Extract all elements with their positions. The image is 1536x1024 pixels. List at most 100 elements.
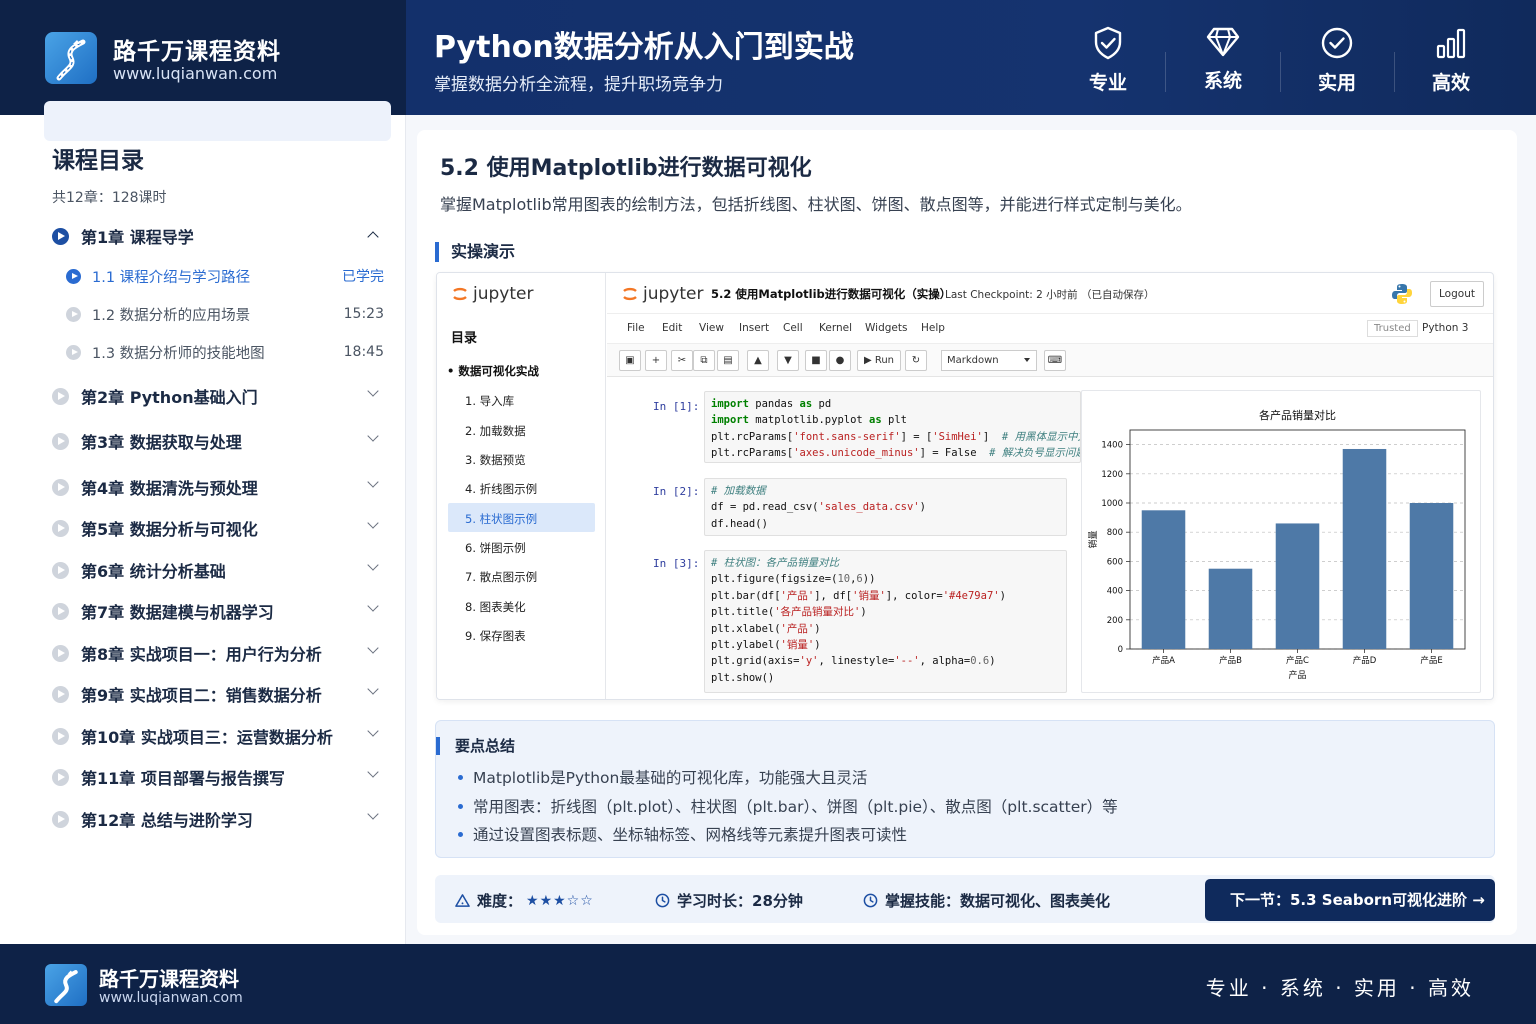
lesson-duration: 18:45 <box>343 344 384 360</box>
duration: 学习时长：28分钟 <box>655 890 803 911</box>
command-palette-button[interactable]: ⌨ <box>1044 350 1066 371</box>
lesson-1-1[interactable]: 1.1 课程介绍与学习路径 已学完 <box>66 263 384 289</box>
feature-practical: 实用 <box>1297 26 1377 95</box>
chapter-2[interactable]: 第2章 Python基础入门 <box>52 381 387 411</box>
move-up-button[interactable]: ▲ <box>747 350 769 371</box>
chart-title: 各产品销量对比 <box>1259 408 1336 422</box>
chapter-label: 第4章 数据清洗与预处理 <box>81 479 258 498</box>
restart-button[interactable]: ↻ <box>905 350 927 371</box>
toc-item[interactable]: 9. 保存图表 <box>465 628 526 644</box>
jupyter-window: jupyter 目录 • 数据可视化实战 1. 导入库 2. 加载数据 3. 数… <box>436 272 1494 700</box>
footer-slogan: 专业 · 系统 · 实用 · 高效 <box>1205 976 1474 1000</box>
toc-root-label: 数据可视化实战 <box>458 364 539 378</box>
code-cell-3[interactable]: # 柱状图：各产品销量对比 plt.figure(figsize=(10,6))… <box>704 550 1067 693</box>
toc-item-active[interactable]: 5. 柱状图示例 <box>465 511 537 527</box>
feature-systematic: 系统 <box>1183 26 1263 93</box>
interrupt-button[interactable]: ● <box>829 350 851 371</box>
feature-label: 专业 <box>1088 72 1127 94</box>
lesson-1-3[interactable]: 1.3 数据分析师的技能地图 18:45 <box>66 339 384 365</box>
y-tick-label: 1000 <box>1101 499 1123 509</box>
toc-item[interactable]: 8. 图表美化 <box>465 599 526 615</box>
x-tick-label: 产品B <box>1219 655 1242 666</box>
menu-kernel[interactable]: Kernel <box>819 322 852 334</box>
code-cell-2[interactable]: # 加载数据 df = pd.read_csv('sales_data.csv'… <box>704 478 1067 536</box>
toc-item[interactable]: 6. 饼图示例 <box>465 540 526 556</box>
trusted-badge[interactable]: Trusted <box>1367 320 1418 337</box>
summary-point-text: 常用图表：折线图（plt.plot）、柱状图（plt.bar）、饼图（plt.p… <box>473 798 1118 816</box>
play-icon <box>52 387 69 405</box>
summary-heading: 要点总结 <box>436 737 515 755</box>
save-button[interactable]: ▣ <box>619 350 641 371</box>
chapter-label: 第5章 数据分析与可视化 <box>81 520 258 539</box>
menu-edit[interactable]: Edit <box>662 322 682 334</box>
cut-button[interactable]: ✂ <box>671 350 693 371</box>
toc-item[interactable]: 7. 散点图示例 <box>465 569 537 585</box>
jupyter-logo-text: jupyter <box>643 284 704 304</box>
toc-item[interactable]: 3. 数据预览 <box>465 452 526 468</box>
y-tick-label: 200 <box>1107 616 1123 626</box>
chapter-5[interactable]: 第5章 数据分析与可视化 <box>52 513 387 543</box>
chapter-11[interactable]: 第11章 项目部署与报告撰写 <box>52 762 387 792</box>
chapter-4[interactable]: 第4章 数据清洗与预处理 <box>52 472 387 502</box>
logout-button[interactable]: Logout <box>1430 281 1484 307</box>
chapter-label: 第12章 总结与进阶学习 <box>81 811 253 830</box>
notebook-name[interactable]: 5.2 使用Matplotlib进行数据可视化（实操） <box>711 286 951 302</box>
brand-logo[interactable] <box>45 32 97 84</box>
menu-widgets[interactable]: Widgets <box>865 322 907 334</box>
paste-button[interactable]: ▤ <box>717 350 739 371</box>
chapter-label: 第7章 数据建模与机器学习 <box>81 603 274 622</box>
bar <box>1275 523 1320 649</box>
lesson-status: 已学完 <box>342 269 384 285</box>
chapter-12[interactable]: 第12章 总结与进阶学习 <box>52 804 387 834</box>
chapter-8[interactable]: 第8章 实战项目一：用户行为分析 <box>52 638 387 668</box>
footer: 路千万课程资料 www.luqianwan.com 专业 · 系统 · 实用 ·… <box>0 944 1536 1024</box>
chapter-7[interactable]: 第7章 数据建模与机器学习 <box>52 596 387 626</box>
next-lesson-button[interactable]: 下一节：5.3 Seaborn可视化进阶 → <box>1205 879 1495 921</box>
chapter-label: 第1章 课程导学 <box>81 228 194 247</box>
chapter-6[interactable]: 第6章 统计分析基础 <box>52 555 387 585</box>
toc-root[interactable]: • 数据可视化实战 <box>447 363 539 379</box>
bar <box>1208 568 1253 649</box>
chapter-label: 第2章 Python基础入门 <box>81 388 258 407</box>
summary-point: 常用图表：折线图（plt.plot）、柱状图（plt.bar）、饼图（plt.p… <box>458 795 1118 817</box>
shield-check-icon <box>1094 26 1122 60</box>
cell-type-select[interactable]: Markdown <box>941 350 1037 371</box>
bullet-dot <box>458 831 463 837</box>
footer-logo[interactable] <box>45 964 87 1006</box>
feature-professional: 专业 <box>1068 26 1148 95</box>
footer-brand-name: 路千万课程资料 <box>99 967 239 991</box>
stop-button[interactable]: ■ <box>805 350 827 371</box>
chapter-3[interactable]: 第3章 数据获取与处理 <box>52 426 387 456</box>
toc-item[interactable]: 4. 折线图示例 <box>465 481 537 497</box>
move-down-button[interactable]: ▼ <box>777 350 799 371</box>
chapter-10[interactable]: 第10章 实战项目三：运营数据分析 <box>52 721 387 751</box>
footer-brand-url[interactable]: www.luqianwan.com <box>99 990 243 1006</box>
chapter-9[interactable]: 第9章 实战项目二：销售数据分析 <box>52 679 387 709</box>
menu-cell[interactable]: Cell <box>783 322 803 334</box>
toc-item[interactable]: 1. 导入库 <box>465 393 514 409</box>
code-comment: # 加载数据 <box>711 485 766 497</box>
bar <box>1342 448 1387 649</box>
play-icon <box>52 519 69 537</box>
menu-file[interactable]: File <box>627 322 645 334</box>
difficulty-label: 难度： <box>477 892 523 910</box>
add-cell-button[interactable]: + <box>645 350 667 371</box>
warning-icon <box>455 894 470 907</box>
copy-button[interactable]: ⧉ <box>693 350 715 371</box>
bar-chart-svg: 各产品销量对比 0 200 400 600 800 1000 1200 1400 产品A 产品B 产品… <box>1087 408 1466 681</box>
summary-point: Matplotlib是Python最基础的可视化库，功能强大且灵活 <box>458 766 867 788</box>
play-icon <box>52 478 69 496</box>
menu-bar: File Edit View Insert Cell Kernel Widget… <box>607 313 1493 343</box>
jupyter-logo[interactable]: jupyter <box>622 284 703 304</box>
menu-insert[interactable]: Insert <box>739 322 769 334</box>
brand-url[interactable]: www.luqianwan.com <box>113 64 277 83</box>
run-button[interactable]: ▶ Run <box>857 350 901 371</box>
lesson-1-2[interactable]: 1.2 数据分析的应用场景 15:23 <box>66 301 384 327</box>
toc-item[interactable]: 2. 加载数据 <box>465 423 526 439</box>
chapter-1[interactable]: 第1章 课程导学 <box>52 221 387 251</box>
lesson-label: 1.3 数据分析师的技能地图 <box>92 345 265 362</box>
code-cell-1[interactable]: import pandas as pd import matplotlib.py… <box>704 391 1081 463</box>
menu-view[interactable]: View <box>699 322 724 334</box>
menu-help[interactable]: Help <box>921 322 945 334</box>
play-icon <box>66 344 81 360</box>
